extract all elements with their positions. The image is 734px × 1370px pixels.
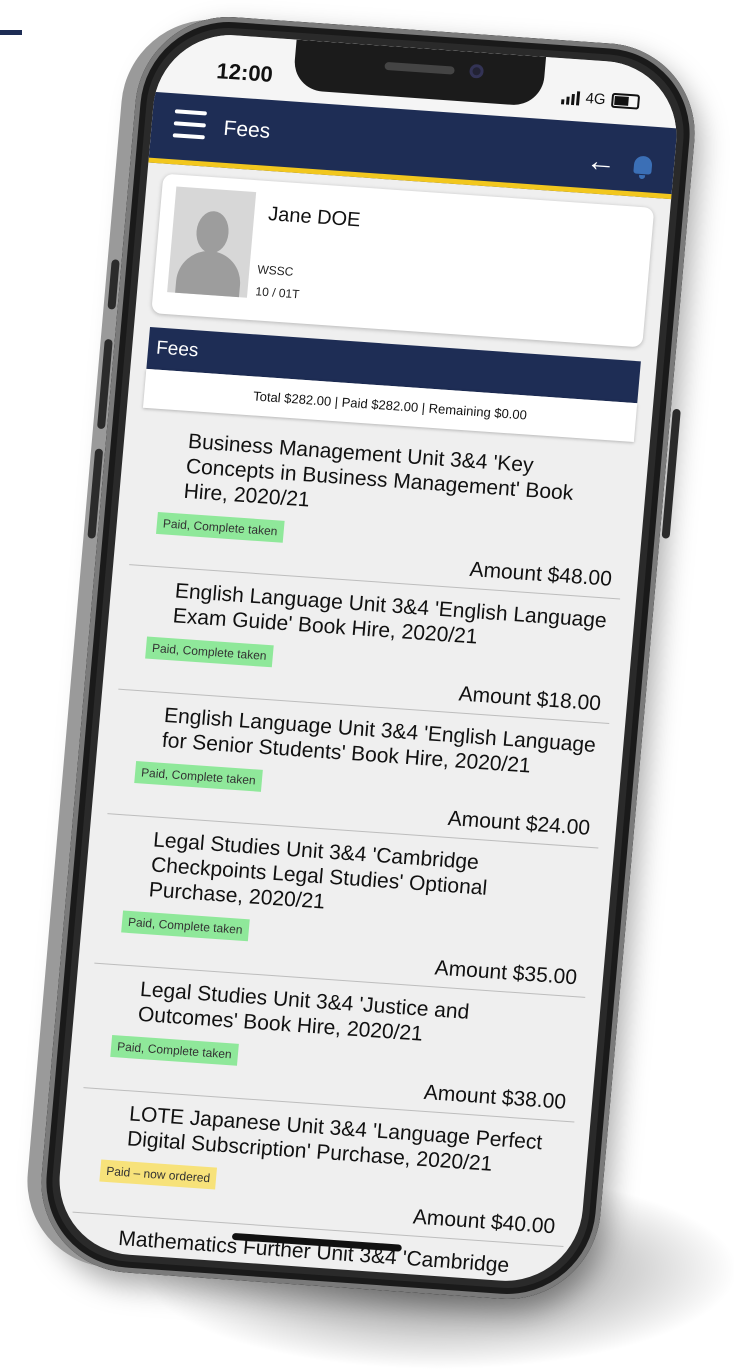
speaker-grille xyxy=(384,61,455,75)
battery-icon xyxy=(610,92,641,110)
main-content: Jane DOE WSSC 10 / 01T Fees Total $282.0… xyxy=(53,163,671,1286)
phone-frame: 12:00 4G Fees ← Jane DOE WSSC 10 / 01T F… xyxy=(33,10,703,1306)
mute-switch xyxy=(107,259,120,310)
power-button xyxy=(661,408,681,539)
status-indicators: 4G xyxy=(561,88,641,110)
volume-up-button xyxy=(96,338,113,430)
volume-down-button xyxy=(87,448,104,539)
hamburger-menu-icon[interactable] xyxy=(172,109,208,140)
phone-screen: 12:00 4G Fees ← Jane DOE WSSC 10 / 01T F… xyxy=(53,30,683,1286)
network-label: 4G xyxy=(584,89,607,109)
student-card[interactable]: Jane DOE WSSC 10 / 01T xyxy=(151,173,655,348)
avatar-placeholder-icon xyxy=(167,186,257,298)
signal-icon xyxy=(561,90,581,105)
fee-list: Business Management Unit 3&4 'Key Concep… xyxy=(68,415,634,1286)
decorative-dash xyxy=(0,30,22,35)
student-school: WSSC xyxy=(256,262,294,279)
status-time: 12:00 xyxy=(215,58,274,87)
bell-icon[interactable] xyxy=(633,155,653,175)
back-arrow-icon[interactable]: ← xyxy=(585,144,618,179)
app-title: Fees xyxy=(222,116,272,143)
student-name: Jane DOE xyxy=(267,203,362,232)
front-camera xyxy=(468,63,485,79)
student-class: 10 / 01T xyxy=(254,284,301,302)
